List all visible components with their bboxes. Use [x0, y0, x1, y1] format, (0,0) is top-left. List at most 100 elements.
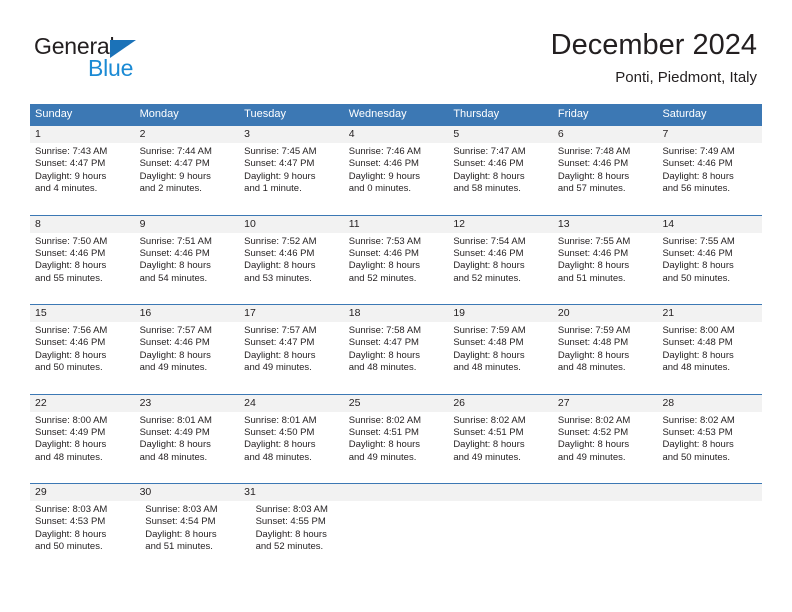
daylight-text-line1: Daylight: 8 hours [35, 349, 107, 361]
day-number[interactable]: 5 [448, 126, 553, 143]
day-cell[interactable]: Sunrise: 7:47 AM Sunset: 4:46 PM Dayligh… [448, 143, 553, 196]
day-info-band: Sunrise: 8:00 AM Sunset: 4:49 PM Dayligh… [30, 412, 762, 465]
day-number[interactable]: 6 [553, 126, 658, 143]
day-cell[interactable]: Sunrise: 7:51 AM Sunset: 4:46 PM Dayligh… [135, 233, 240, 286]
day-cell[interactable]: Sunrise: 7:55 AM Sunset: 4:46 PM Dayligh… [553, 233, 658, 286]
day-number[interactable]: 29 [30, 484, 135, 501]
day-number[interactable]: 30 [135, 484, 240, 501]
day-cell[interactable]: Sunrise: 7:49 AM Sunset: 4:46 PM Dayligh… [657, 143, 762, 196]
day-cell[interactable]: Sunrise: 8:02 AM Sunset: 4:51 PM Dayligh… [448, 412, 553, 465]
daylight-text-line1: Daylight: 8 hours [139, 349, 211, 361]
day-cell[interactable]: Sunrise: 8:01 AM Sunset: 4:49 PM Dayligh… [135, 412, 240, 465]
day-number[interactable]: 3 [239, 126, 344, 143]
day-cell[interactable]: Sunrise: 7:54 AM Sunset: 4:46 PM Dayligh… [448, 233, 553, 286]
day-number[interactable]: 18 [344, 305, 449, 322]
sunset-text: Sunset: 4:46 PM [557, 158, 629, 170]
day-cell[interactable]: Sunrise: 8:03 AM Sunset: 4:55 PM Dayligh… [251, 501, 361, 554]
sunrise-text: Sunrise: 7:57 AM [244, 325, 317, 336]
day-cell[interactable]: Sunrise: 7:48 AM Sunset: 4:46 PM Dayligh… [553, 143, 658, 196]
calendar-grid: Sunday Monday Tuesday Wednesday Thursday… [30, 104, 762, 573]
daylight-text-line2: and 1 minute. [244, 183, 302, 195]
daylight-text-line2: and 51 minutes. [145, 541, 213, 553]
sunset-text: Sunset: 4:49 PM [139, 426, 210, 438]
day-cell[interactable]: Sunrise: 8:02 AM Sunset: 4:51 PM Dayligh… [344, 412, 449, 465]
day-cell[interactable]: Sunrise: 7:46 AM Sunset: 4:46 PM Dayligh… [344, 143, 449, 196]
day-cell[interactable]: Sunrise: 7:57 AM Sunset: 4:47 PM Dayligh… [239, 322, 344, 375]
day-number[interactable]: 16 [135, 305, 240, 322]
day-cell[interactable]: Sunrise: 7:59 AM Sunset: 4:48 PM Dayligh… [553, 322, 658, 375]
day-number[interactable]: 14 [657, 216, 762, 233]
daylight-text-line2: and 56 minutes. [662, 183, 731, 195]
day-cell[interactable]: Sunrise: 7:55 AM Sunset: 4:46 PM Dayligh… [657, 233, 762, 286]
day-number[interactable]: 13 [553, 216, 658, 233]
day-cell[interactable]: Sunrise: 7:43 AM Sunset: 4:47 PM Dayligh… [30, 143, 135, 196]
day-cell[interactable]: Sunrise: 8:03 AM Sunset: 4:54 PM Dayligh… [140, 501, 250, 554]
day-cell[interactable]: Sunrise: 7:50 AM Sunset: 4:46 PM Dayligh… [30, 233, 135, 286]
sunrise-text: Sunrise: 8:01 AM [244, 414, 317, 426]
day-cell[interactable]: Sunrise: 8:00 AM Sunset: 4:49 PM Dayligh… [30, 412, 135, 465]
daylight-text-line2: and 48 minutes. [348, 362, 417, 374]
day-number[interactable]: 20 [553, 305, 658, 322]
brand-logo[interactable]: General Blue [34, 33, 234, 85]
day-number[interactable]: 9 [135, 216, 240, 233]
page-header: General Blue December 2024 Ponti, Piedmo… [0, 0, 792, 100]
day-number-empty [657, 484, 762, 501]
day-number[interactable]: 1 [30, 126, 135, 143]
day-cell[interactable]: Sunrise: 8:03 AM Sunset: 4:53 PM Dayligh… [30, 501, 140, 554]
day-number[interactable]: 22 [30, 395, 135, 412]
daylight-text-line1: Daylight: 8 hours [662, 260, 734, 272]
day-cell[interactable]: Sunrise: 7:58 AM Sunset: 4:47 PM Dayligh… [344, 322, 449, 375]
sunset-text: Sunset: 4:48 PM [557, 337, 629, 349]
day-cell[interactable]: Sunrise: 7:45 AM Sunset: 4:47 PM Dayligh… [239, 143, 344, 196]
day-cell-empty [561, 501, 661, 554]
day-number[interactable]: 23 [135, 395, 240, 412]
day-number[interactable]: 12 [448, 216, 553, 233]
sunset-text: Sunset: 4:46 PM [662, 247, 733, 259]
day-cell[interactable]: Sunrise: 7:56 AM Sunset: 4:46 PM Dayligh… [30, 322, 135, 375]
day-cell[interactable]: Sunrise: 7:59 AM Sunset: 4:48 PM Dayligh… [448, 322, 553, 375]
daylight-text-line2: and 50 minutes. [662, 451, 731, 463]
day-number[interactable]: 21 [657, 305, 762, 322]
day-cell[interactable]: Sunrise: 8:00 AM Sunset: 4:48 PM Dayligh… [657, 322, 762, 375]
day-number[interactable]: 31 [239, 484, 344, 501]
day-number[interactable]: 24 [239, 395, 344, 412]
daylight-text-line2: and 49 minutes. [244, 362, 312, 374]
day-number[interactable]: 11 [344, 216, 449, 233]
day-cell[interactable]: Sunrise: 8:02 AM Sunset: 4:53 PM Dayligh… [657, 412, 762, 465]
daylight-text-line2: and 48 minutes. [453, 362, 521, 374]
sunset-text: Sunset: 4:50 PM [244, 426, 315, 438]
daylight-text-line2: and 50 minutes. [35, 362, 103, 374]
daylight-text-line1: Daylight: 8 hours [139, 439, 211, 451]
day-number[interactable]: 7 [657, 126, 762, 143]
day-number[interactable]: 10 [239, 216, 344, 233]
day-number-band: 22 23 24 25 26 27 28 [30, 394, 762, 412]
day-number[interactable]: 17 [239, 305, 344, 322]
sunset-text: Sunset: 4:51 PM [348, 426, 419, 438]
day-cell[interactable]: Sunrise: 7:53 AM Sunset: 4:46 PM Dayligh… [344, 233, 449, 286]
day-cell[interactable]: Sunrise: 7:44 AM Sunset: 4:47 PM Dayligh… [135, 143, 240, 196]
day-cell[interactable]: Sunrise: 8:01 AM Sunset: 4:50 PM Dayligh… [239, 412, 344, 465]
day-number[interactable]: 28 [657, 395, 762, 412]
week-row: 1 2 3 4 5 6 7 Sunrise: 7:43 AM Sunset: 4… [30, 125, 762, 215]
sunrise-text: Sunrise: 7:56 AM [35, 325, 108, 336]
sunrise-text: Sunrise: 8:00 AM [35, 414, 108, 426]
day-number[interactable]: 26 [448, 395, 553, 412]
day-info-band: Sunrise: 7:56 AM Sunset: 4:46 PM Dayligh… [30, 322, 762, 375]
day-number[interactable]: 4 [344, 126, 449, 143]
day-number[interactable]: 27 [553, 395, 658, 412]
day-number[interactable]: 19 [448, 305, 553, 322]
day-info-band: Sunrise: 8:03 AM Sunset: 4:53 PM Dayligh… [30, 501, 762, 554]
day-cell[interactable]: Sunrise: 8:02 AM Sunset: 4:52 PM Dayligh… [553, 412, 658, 465]
day-cell[interactable]: Sunrise: 7:57 AM Sunset: 4:46 PM Dayligh… [135, 322, 240, 375]
day-number[interactable]: 25 [344, 395, 449, 412]
day-number[interactable]: 8 [30, 216, 135, 233]
daylight-text-line1: Daylight: 8 hours [557, 260, 630, 272]
day-number[interactable]: 2 [135, 126, 240, 143]
day-cell[interactable]: Sunrise: 7:52 AM Sunset: 4:46 PM Dayligh… [239, 233, 344, 286]
day-info-band: Sunrise: 7:43 AM Sunset: 4:47 PM Dayligh… [30, 143, 762, 196]
sunrise-text: Sunrise: 8:00 AM [662, 325, 735, 336]
daylight-text-line2: and 50 minutes. [662, 272, 731, 284]
day-number[interactable]: 15 [30, 305, 135, 322]
page-subtitle: Ponti, Piedmont, Italy [615, 69, 757, 86]
daylight-text-line2: and 48 minutes. [662, 362, 731, 374]
